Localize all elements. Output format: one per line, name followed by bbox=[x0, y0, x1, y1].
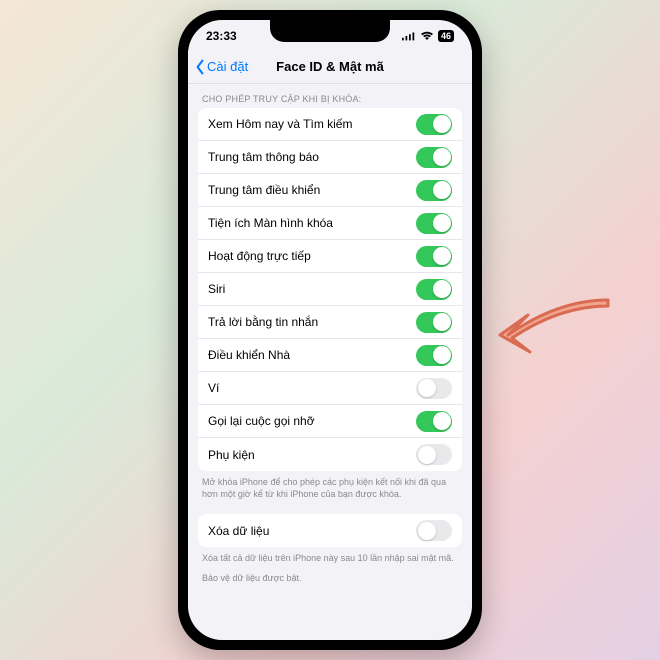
notch bbox=[270, 20, 390, 42]
toggle-knob bbox=[433, 181, 451, 199]
phone-frame: 23:33 46 Cài đặt Face ID & Mật mã CHO PH… bbox=[178, 10, 482, 650]
toggle-knob bbox=[433, 412, 451, 430]
settings-row: Điều khiển Nhà bbox=[198, 339, 462, 372]
toggle-switch[interactable] bbox=[416, 246, 452, 267]
settings-row: Xóa dữ liệu bbox=[198, 514, 462, 547]
status-time: 23:33 bbox=[206, 29, 237, 43]
settings-row: Gọi lại cuộc gọi nhỡ bbox=[198, 405, 462, 438]
row-label: Xóa dữ liệu bbox=[208, 524, 269, 538]
toggle-switch[interactable] bbox=[416, 147, 452, 168]
cellular-signal-icon bbox=[402, 31, 416, 41]
toggle-switch[interactable] bbox=[416, 213, 452, 234]
settings-row: Hoạt động trực tiếp bbox=[198, 240, 462, 273]
row-label: Xem Hôm nay và Tìm kiếm bbox=[208, 117, 352, 131]
settings-row: Trả lời bằng tin nhắn bbox=[198, 306, 462, 339]
toggle-knob bbox=[433, 280, 451, 298]
settings-row: Tiện ích Màn hình khóa bbox=[198, 207, 462, 240]
back-button[interactable]: Cài đặt bbox=[194, 59, 248, 75]
toggle-knob bbox=[433, 313, 451, 331]
row-label: Gọi lại cuộc gọi nhỡ bbox=[208, 414, 315, 428]
toggle-switch[interactable] bbox=[416, 378, 452, 399]
settings-row: Siri bbox=[198, 273, 462, 306]
settings-group-erase: Xóa dữ liệu bbox=[198, 514, 462, 547]
settings-scroll[interactable]: CHO PHÉP TRUY CẬP KHI BỊ KHÓA: Xem Hôm n… bbox=[188, 84, 472, 640]
settings-row: Trung tâm điều khiển bbox=[198, 174, 462, 207]
toggle-knob bbox=[433, 247, 451, 265]
toggle-switch[interactable] bbox=[416, 520, 452, 541]
row-label: Trung tâm thông báo bbox=[208, 150, 319, 164]
row-label: Trung tâm điều khiển bbox=[208, 183, 320, 197]
settings-row: Trung tâm thông báo bbox=[198, 141, 462, 174]
settings-row: Ví bbox=[198, 372, 462, 405]
toggle-knob bbox=[433, 148, 451, 166]
toggle-knob bbox=[433, 346, 451, 364]
settings-row: Xem Hôm nay và Tìm kiếm bbox=[198, 108, 462, 141]
page-title: Face ID & Mật mã bbox=[276, 59, 384, 74]
nav-bar: Cài đặt Face ID & Mật mã bbox=[188, 50, 472, 84]
toggle-switch[interactable] bbox=[416, 180, 452, 201]
toggle-switch[interactable] bbox=[416, 444, 452, 465]
toggle-switch[interactable] bbox=[416, 114, 452, 135]
toggle-knob bbox=[433, 115, 451, 133]
battery-level: 46 bbox=[438, 30, 454, 42]
section-footer-erase: Xóa tất cả dữ liệu trên iPhone này sau 1… bbox=[188, 547, 472, 566]
toggle-knob bbox=[418, 522, 436, 540]
status-right: 46 bbox=[402, 30, 454, 42]
row-label: Phụ kiện bbox=[208, 448, 255, 462]
row-label: Siri bbox=[208, 282, 225, 296]
toggle-knob bbox=[433, 214, 451, 232]
back-label: Cài đặt bbox=[207, 59, 248, 74]
row-label: Trả lời bằng tin nhắn bbox=[208, 315, 318, 329]
toggle-switch[interactable] bbox=[416, 411, 452, 432]
section-footer-protection: Bảo vệ dữ liệu được bật. bbox=[188, 566, 472, 586]
section-header-access: CHO PHÉP TRUY CẬP KHI BỊ KHÓA: bbox=[188, 84, 472, 108]
toggle-switch[interactable] bbox=[416, 345, 452, 366]
screen: 23:33 46 Cài đặt Face ID & Mật mã CHO PH… bbox=[188, 20, 472, 640]
row-label: Ví bbox=[208, 381, 219, 395]
wifi-icon bbox=[420, 31, 434, 41]
row-label: Tiện ích Màn hình khóa bbox=[208, 216, 333, 230]
arrow-annotation-icon bbox=[478, 280, 618, 390]
toggle-knob bbox=[418, 446, 436, 464]
section-footer-access: Mở khóa iPhone để cho phép các phụ kiện … bbox=[188, 471, 472, 502]
toggle-knob bbox=[418, 379, 436, 397]
toggle-switch[interactable] bbox=[416, 279, 452, 300]
settings-row: Phụ kiện bbox=[198, 438, 462, 471]
chevron-left-icon bbox=[194, 59, 206, 75]
row-label: Điều khiển Nhà bbox=[208, 348, 290, 362]
settings-group-access: Xem Hôm nay và Tìm kiếm Trung tâm thông b… bbox=[198, 108, 462, 471]
toggle-switch[interactable] bbox=[416, 312, 452, 333]
row-label: Hoạt động trực tiếp bbox=[208, 249, 311, 263]
